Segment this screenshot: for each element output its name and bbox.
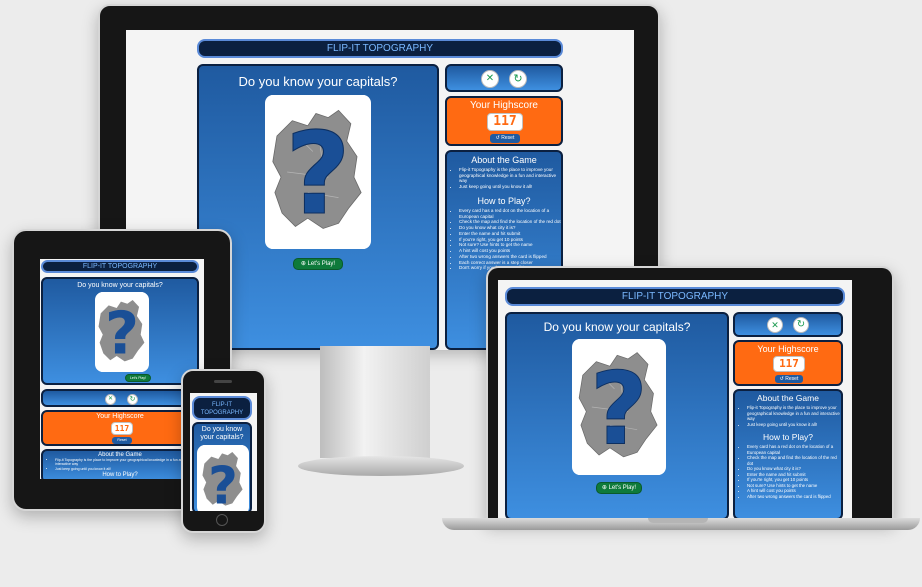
controls-panel: ✕ ↻ [445, 64, 563, 92]
page-title: FLIP-IT TOPOGRAPHY [192, 396, 252, 420]
phone-speaker [214, 380, 232, 383]
reset-button[interactable]: ↺ Reset [490, 134, 520, 143]
highscore-value: 117 [487, 113, 523, 131]
game-question: Do you know your capitals? [77, 282, 163, 289]
list-item: Flip-it Topography is the place to impro… [747, 405, 841, 422]
restart-button[interactable]: ↻ [509, 70, 527, 88]
list-item: Every card has a red dot on the location… [747, 444, 841, 455]
highscore-value: 117 [773, 356, 805, 372]
mute-button[interactable]: ✕ [767, 317, 783, 333]
howto-list: Every card has a red dot on the location… [447, 208, 561, 271]
monitor-stand-base [298, 456, 464, 476]
about-list: Flip-it Topography is the place to impro… [447, 167, 561, 190]
game-question: Do you know your capitals? [238, 74, 398, 89]
restart-icon: ↻ [129, 396, 136, 403]
restart-button[interactable]: ↻ [127, 394, 138, 405]
svg-text:?: ? [285, 108, 351, 240]
lets-play-button[interactable]: Let's Play! [125, 374, 151, 382]
tablet-screen: FLIP-IT TOPOGRAPHY Do you know your capi… [40, 259, 204, 479]
highscore-value: 117 [111, 422, 133, 435]
game-panel: Do you know your capitals? ? [192, 422, 252, 511]
page-title: FLIP-IT TOPOGRAPHY [505, 287, 845, 306]
game-panel: Do you know your capitals? ? Let's Play! [41, 277, 199, 385]
speaker-mute-icon: ✕ [771, 320, 779, 330]
svg-text:?: ? [590, 350, 648, 467]
play-icon: ⊕ [601, 485, 609, 491]
info-panel: About the Game Flip-it Topography is the… [733, 389, 843, 520]
phone-device: FLIP-IT TOPOGRAPHY Do you know your capi… [181, 369, 266, 533]
list-item: After two wrong answers the card is flip… [747, 494, 841, 500]
about-list: Flip-it Topography is the place to impro… [43, 458, 197, 471]
reset-button[interactable]: ↺ Reset [775, 375, 803, 383]
flip-card[interactable]: ? [572, 339, 666, 475]
list-item: Flip-it Topography is the place to impro… [459, 167, 561, 184]
svg-text:?: ? [208, 456, 238, 511]
list-item: After two wrong answers the card is flip… [459, 254, 561, 260]
highscore-panel: Your Highscore 117 ↺ Reset [445, 96, 563, 146]
laptop-hinge-notch [648, 518, 708, 523]
mute-button[interactable]: ✕ [105, 394, 116, 405]
europe-map-question-icon: ? [95, 292, 149, 372]
speaker-mute-icon: ✕ [107, 396, 114, 402]
howto-title: How to Play? [102, 472, 138, 479]
flip-card[interactable]: ? [197, 445, 249, 511]
mute-button[interactable]: ✕ [481, 70, 499, 88]
laptop-screen: FLIP-IT TOPOGRAPHY Do you know your capi… [498, 280, 852, 520]
howto-list: Every card has a red dot on the location… [735, 444, 841, 499]
restart-icon: ↻ [513, 73, 523, 85]
reset-button[interactable]: Reset [112, 437, 132, 444]
restart-button[interactable]: ↻ [793, 317, 809, 333]
list-item: Check the map and find the location of t… [747, 455, 841, 466]
info-panel: About the Game Flip-it Topography is the… [41, 449, 199, 479]
europe-map-question-icon: ? [199, 445, 247, 511]
speaker-mute-icon: ✕ [485, 73, 495, 84]
lets-play-button[interactable]: ⊕ Let's Play! [293, 258, 343, 270]
flip-card[interactable]: ? [95, 292, 149, 372]
game-panel: Do you know your capitals? ? ⊕ Let's Pla… [197, 64, 439, 350]
play-icon: ⊕ [300, 261, 308, 267]
about-title: About the Game [757, 393, 819, 403]
highscore-panel: Your Highscore 117 Reset [41, 410, 199, 446]
game-question: Do you know your capitals? [200, 426, 244, 441]
controls-panel: ✕ ↻ [733, 312, 843, 337]
list-item: Just keep going until you know it all! [459, 184, 561, 190]
lets-play-button[interactable]: ⊕ Let's Play! [596, 482, 642, 494]
highscore-title: Your Highscore [757, 344, 819, 354]
europe-map-question-icon: ? [573, 339, 665, 475]
page-title: FLIP-IT TOPOGRAPHY [197, 39, 563, 58]
game-question: Do you know your capitals? [543, 320, 691, 334]
about-title: About the Game [471, 155, 537, 165]
howto-title: How to Play? [477, 195, 531, 206]
about-list: Flip-it Topography is the place to impro… [735, 405, 841, 427]
howto-title: How to Play? [762, 432, 814, 442]
list-item: Every card has a red dot on the location… [459, 208, 561, 219]
svg-text:?: ? [105, 299, 139, 367]
highscore-panel: Your Highscore 117 ↺ Reset [733, 340, 843, 386]
list-item: Just keep going until you know it all! [747, 422, 841, 428]
phone-screen: FLIP-IT TOPOGRAPHY Do you know your capi… [190, 393, 257, 511]
phone-home-button[interactable] [216, 514, 228, 526]
highscore-title: Your Highscore [469, 100, 538, 111]
laptop-device: FLIP-IT TOPOGRAPHY Do you know your capi… [486, 266, 894, 522]
game-panel: Do you know your capitals? ? ⊕ Let's Pla… [505, 312, 729, 520]
restart-icon: ↻ [796, 319, 806, 330]
europe-map-question-icon: ? [266, 95, 370, 249]
flip-card[interactable]: ? [265, 95, 371, 249]
list-item: Flip-it Topography is the place to impro… [55, 458, 197, 467]
list-item: Just keep going until you know it all! [55, 467, 197, 471]
page-title: FLIP-IT TOPOGRAPHY [41, 260, 199, 273]
monitor-stand-neck [320, 346, 430, 458]
highscore-title: Your Highscore [96, 413, 144, 420]
controls-panel: ✕ ↻ [41, 389, 199, 407]
